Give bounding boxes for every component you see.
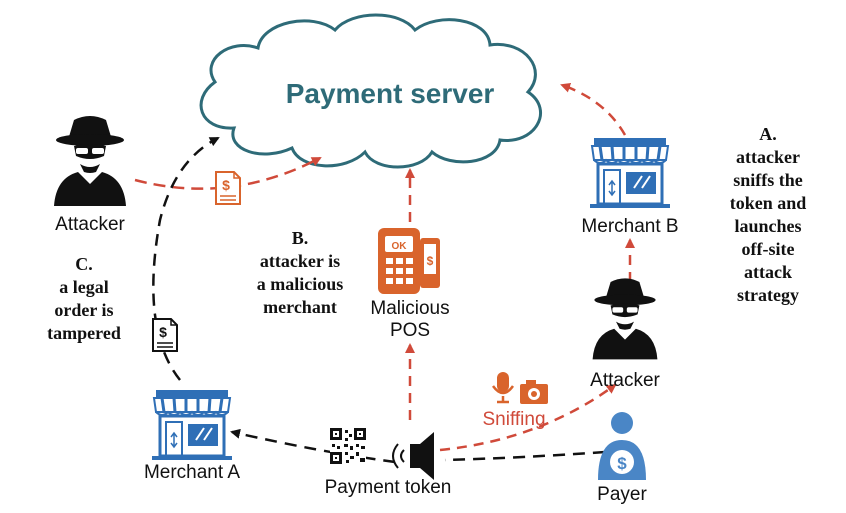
caption-a-line: off-site: [742, 239, 795, 259]
camera-icon: [520, 380, 548, 404]
merchant-a-storefront-icon: [150, 388, 234, 462]
tampered-document-icon: [152, 318, 178, 352]
caption-a-line: sniffs the: [733, 170, 803, 190]
attacker-right-icon: [592, 278, 658, 360]
caption-c-line: order is: [54, 300, 113, 320]
qr-code-icon: [330, 428, 366, 464]
diagram: $ Payment server Attacker: [0, 0, 846, 513]
svg-text:$: $: [617, 454, 627, 473]
arrow-merchant-b-to-server: [560, 82, 627, 136]
caption-c-line: C.: [75, 254, 93, 274]
payer-icon: $: [598, 412, 646, 480]
payer-label: Payer: [597, 484, 647, 505]
caption-a-line: attack: [744, 262, 792, 282]
caption-a-line: token and: [730, 193, 807, 213]
attacker-left-label: Attacker: [55, 214, 125, 235]
caption-c-line: a legal: [59, 277, 109, 297]
malicious-pos-label-line1: Malicious: [370, 298, 449, 319]
attacker-left-icon: [54, 116, 126, 206]
caption-a: A. attacker sniffs the token and launche…: [730, 124, 807, 305]
caption-b-line: merchant: [263, 297, 337, 317]
caption-b-line: attacker is: [260, 251, 340, 271]
dollar-document-icon: [215, 171, 241, 205]
cloud-title: Payment server: [286, 78, 495, 109]
payment-token-label: Payment token: [325, 477, 452, 498]
caption-a-line: A.: [759, 124, 777, 144]
arrow-token-to-merchant-a: [230, 428, 396, 464]
caption-b-line: a malicious: [257, 274, 344, 294]
pos-terminal-icon: OK $: [378, 228, 440, 294]
caption-a-line: launches: [734, 216, 801, 236]
caption-b-line: B.: [292, 228, 309, 248]
svg-text:OK: OK: [392, 241, 408, 252]
diagram-canvas: $ Payment server Attacker: [47, 13, 807, 505]
caption-a-line: strategy: [737, 285, 799, 305]
svg-text:$: $: [427, 254, 434, 268]
malicious-pos-label-line2: POS: [390, 320, 430, 341]
sniffing-label: Sniffing: [482, 409, 545, 430]
merchant-a-label: Merchant A: [144, 462, 240, 483]
merchant-b-storefront-icon: [588, 136, 672, 210]
merchant-b-label: Merchant B: [581, 216, 678, 237]
caption-b: B. attacker is a malicious merchant: [257, 228, 344, 317]
microphone-icon: [491, 372, 515, 404]
arrow-payer-to-token: [444, 450, 606, 462]
caption-a-line: attacker: [736, 147, 800, 167]
caption-c-line: tampered: [47, 323, 121, 343]
caption-c: C. a legal order is tampered: [47, 254, 121, 343]
attacker-right-label: Attacker: [590, 370, 660, 391]
sound-wave-speaker-icon: [392, 432, 434, 480]
